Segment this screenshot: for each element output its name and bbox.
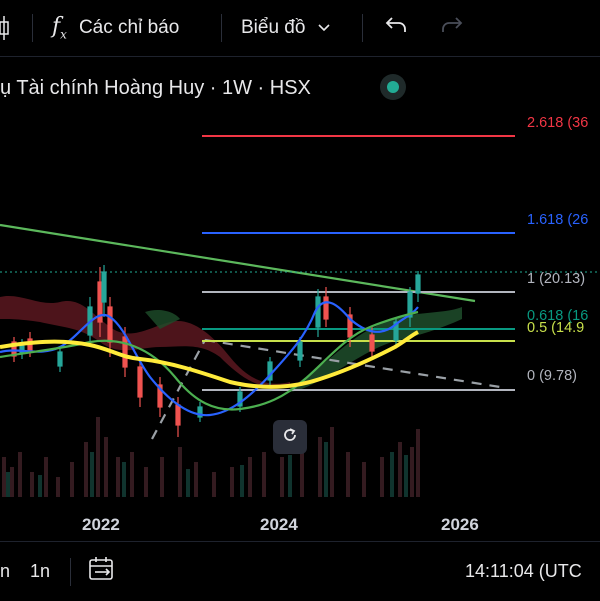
fib-label-2618: 2.618 (36 [527,115,589,131]
range-button[interactable]: 1n [30,542,50,601]
fib-label-05: 0.5 (14.9 [527,320,585,336]
toolbar-divider [362,14,363,42]
fib-label-1: 1 (20.13) [527,271,586,287]
candle-settings-icon[interactable] [0,0,14,56]
date-range-button[interactable] [87,542,117,601]
chart-area[interactable]: 2.618 (36 1.618 (26 1 (20.13) 0.618 (16 … [0,57,600,540]
x-axis-label: 2024 [260,515,298,534]
chart-type-label: Biểu đồ [241,17,306,38]
bottom-toolbar: n 1n 14:11:04 (UTC [0,541,600,601]
ma-green-line [0,310,419,411]
volume-bars [2,417,420,497]
undo-icon [384,15,408,41]
x-axis-label: 2022 [82,515,120,534]
symbol-legend[interactable]: ụ Tài chính Hoàng Huy · 1W · HSX [0,76,311,100]
chart-type-button[interactable]: Biểu đồ [241,0,331,56]
redo-icon [440,15,464,41]
toolbar-divider [70,558,71,586]
toolbar-divider [221,14,222,42]
calendar-arrow-icon [87,555,117,588]
fib-label-0: 0 (9.78) [527,368,577,384]
fib-label-1618: 1.618 (26 [527,212,589,228]
range-button[interactable]: n [0,542,10,601]
indicators-button[interactable]: fx Các chỉ báo [52,0,179,56]
chevron-down-icon [317,17,331,39]
clock-display[interactable]: 14:11:04 (UTC [465,542,582,601]
indicators-label: Các chỉ báo [78,17,180,38]
top-toolbar: fx Các chỉ báo Biểu đồ [0,0,600,57]
market-status-icon[interactable] [380,74,406,100]
trend-line-green [0,223,476,303]
x-axis-label: 2026 [441,515,479,534]
redo-button[interactable] [440,0,464,56]
reset-icon [281,426,299,449]
symbol-title: ụ Tài chính Hoàng Huy · 1W · HSX [0,76,311,99]
function-icon: fx [52,14,67,42]
undo-button[interactable] [384,0,408,56]
reset-chart-button[interactable] [273,420,307,454]
toolbar-divider [32,14,33,42]
